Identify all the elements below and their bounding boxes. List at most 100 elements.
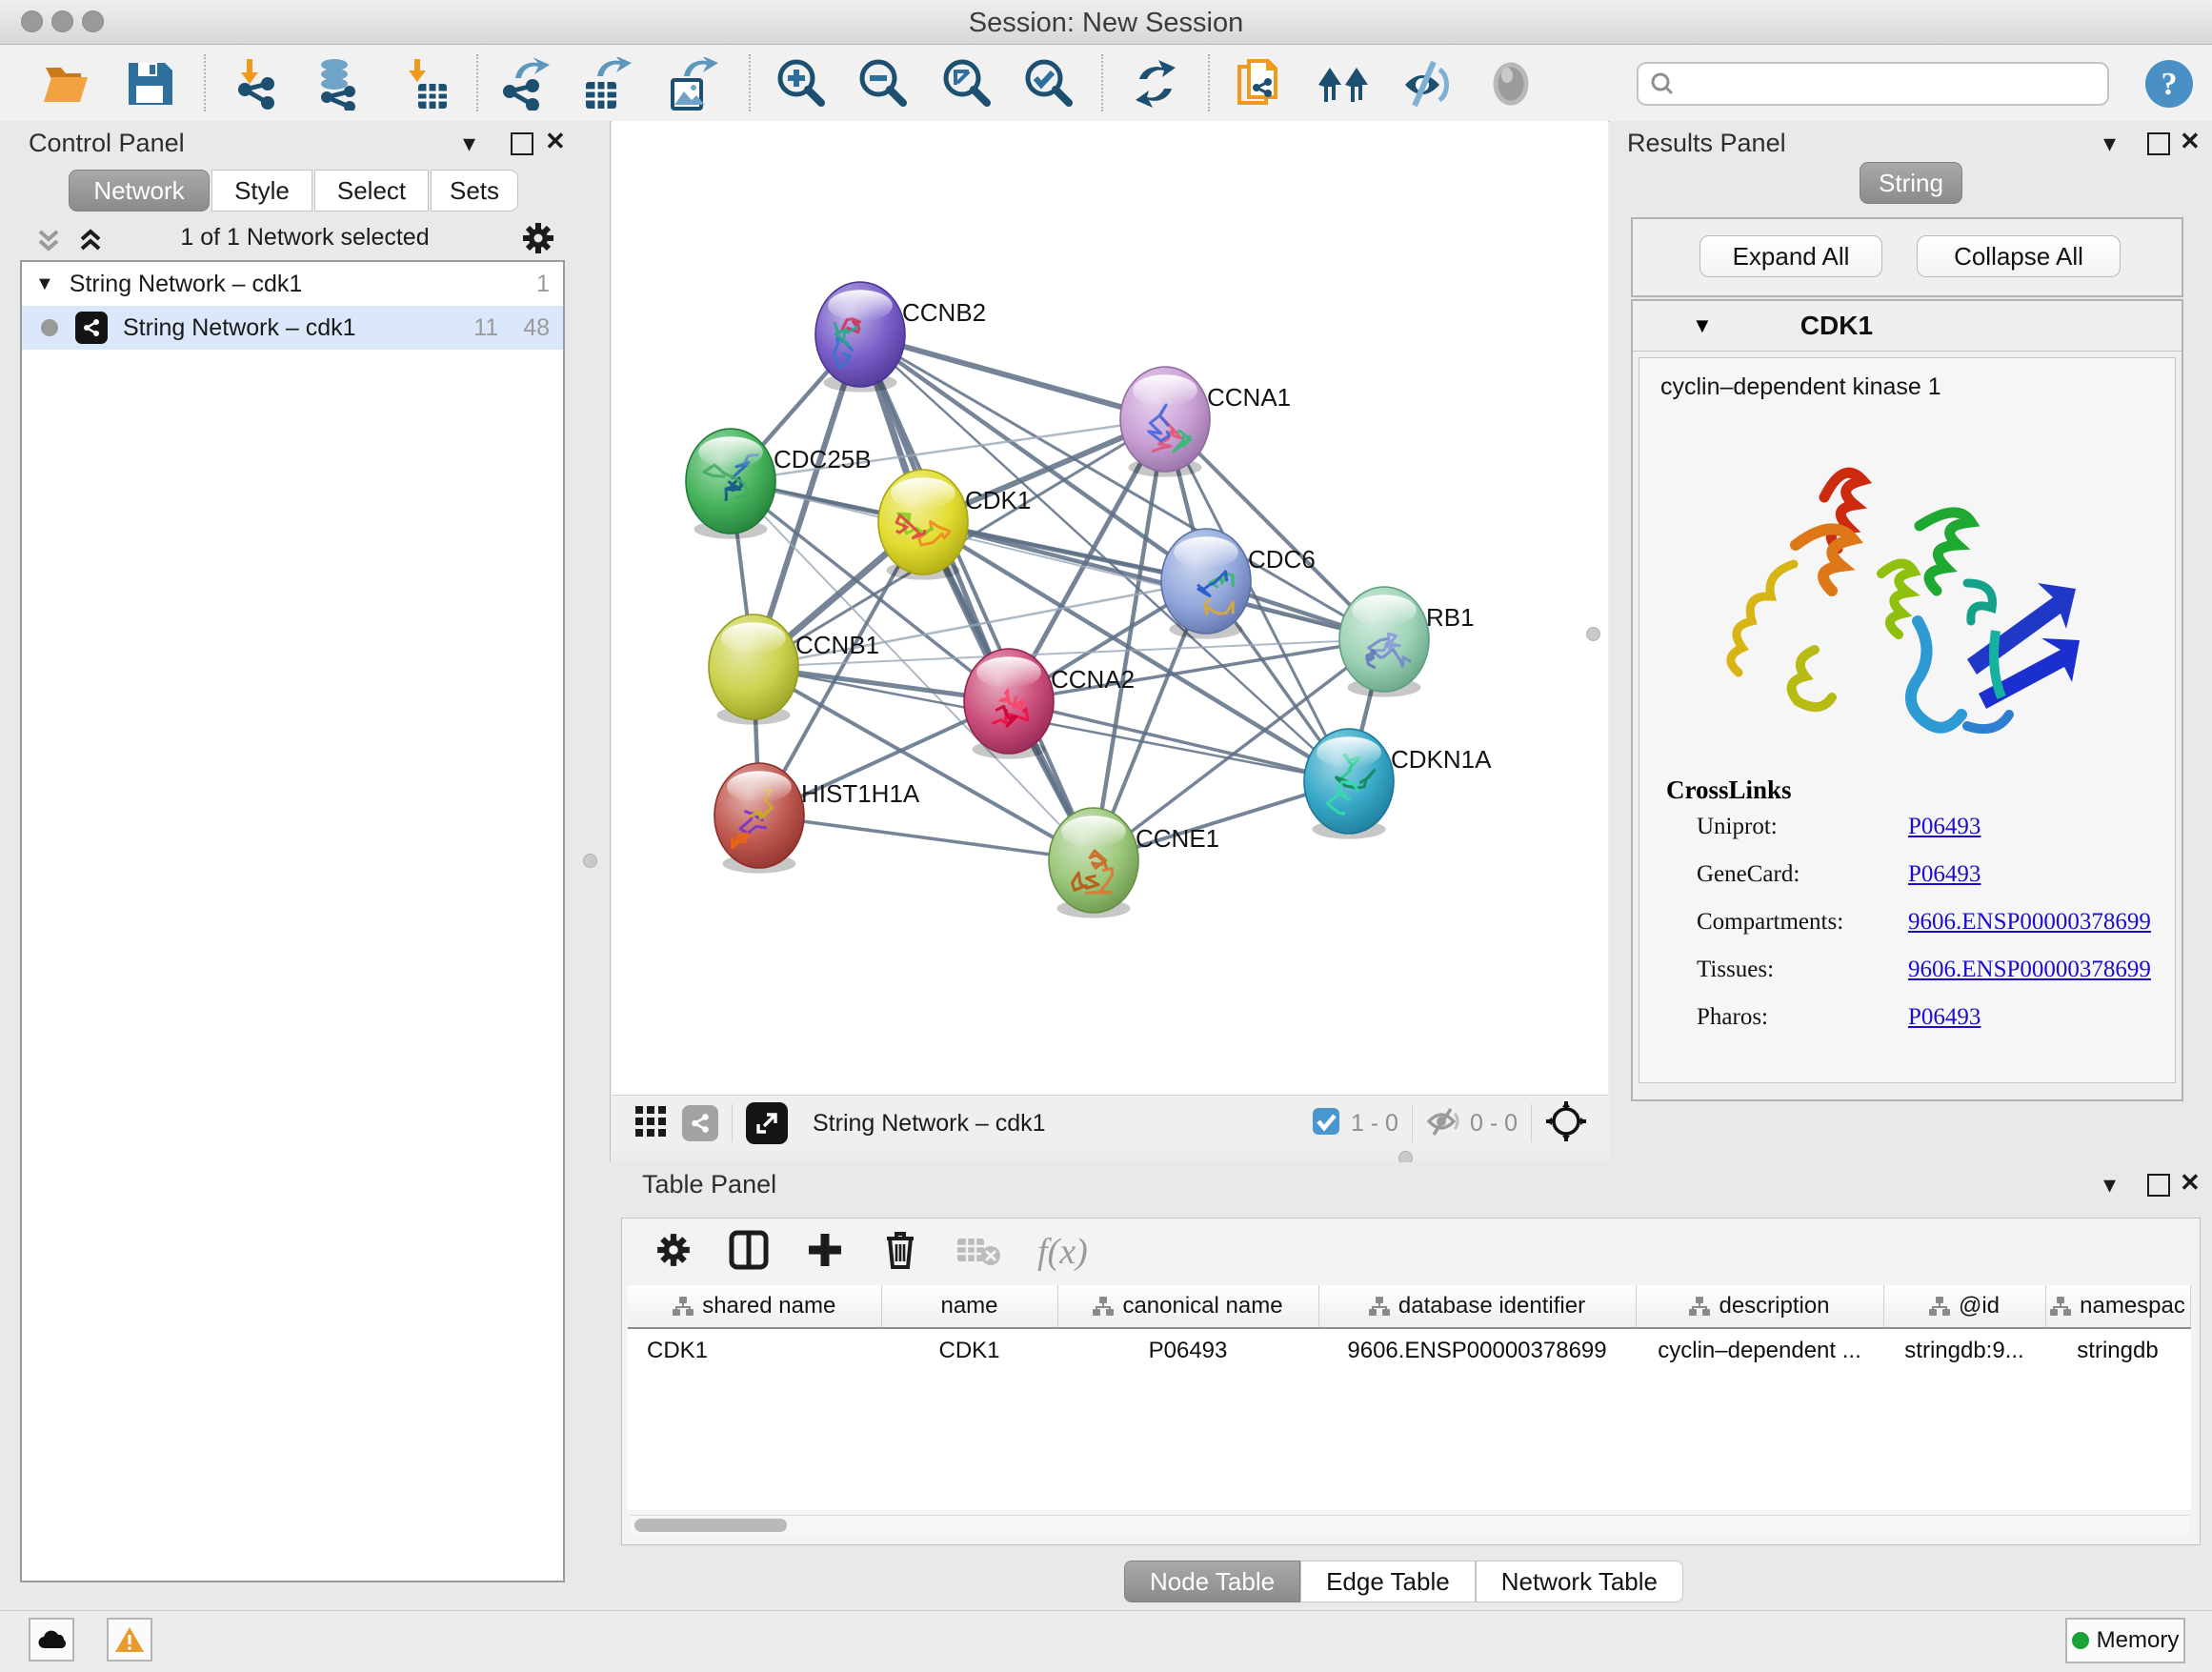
navigator-crosshair-icon[interactable] [1545, 1100, 1587, 1147]
zoom-out-icon[interactable] [855, 56, 910, 111]
collection-expand-icon[interactable]: ▼ [35, 273, 54, 295]
network-collection-row[interactable]: ▼ String Network – cdk1 1 [22, 262, 563, 306]
import-network-from-file-icon[interactable] [231, 56, 286, 111]
table-cell[interactable]: stringdb:9... [1883, 1328, 2045, 1373]
node-CCNB2[interactable] [815, 282, 905, 393]
open-session-icon[interactable] [38, 56, 93, 111]
network-label: String Network – cdk1 [123, 314, 356, 342]
memory-status-dot [2072, 1632, 2089, 1649]
table-panel-float-icon[interactable] [2147, 1174, 2170, 1197]
collapse-all-button[interactable]: Collapse All [1917, 235, 2121, 277]
tab-network-table[interactable]: Network Table [1476, 1561, 1683, 1602]
crosslink-value-link[interactable]: P06493 [1908, 1004, 1981, 1031]
clone-network-icon[interactable] [1231, 56, 1286, 111]
network-canvas[interactable]: CCNB2CCNA1CDC25BCDK1CDC6RB1CCNB1CCNA2CDK… [612, 121, 1608, 1095]
table-options-gear-icon[interactable] [654, 1231, 693, 1274]
protein-collapse-icon[interactable]: ▼ [1692, 313, 1713, 338]
zoom-fit-icon[interactable] [938, 56, 994, 111]
open-in-window-icon[interactable] [746, 1102, 788, 1144]
show-graphics-details-icon[interactable] [1483, 56, 1538, 111]
node-label-CDC25B: CDC25B [774, 445, 872, 473]
control-panel-close-icon[interactable]: ✕ [545, 127, 566, 156]
column-header-name[interactable]: name [881, 1285, 1057, 1328]
string-style-icon[interactable] [682, 1105, 718, 1141]
node-HIST1H1A[interactable] [714, 763, 804, 874]
control-panel-float-icon[interactable] [511, 132, 533, 155]
left-splitter-handle[interactable] [583, 854, 597, 868]
zoom-in-icon[interactable] [773, 56, 828, 111]
node-CDC25B[interactable] [686, 429, 775, 539]
refresh-view-icon[interactable] [1128, 56, 1183, 111]
selected-checkbox-icon[interactable] [1311, 1106, 1341, 1141]
column-header-@id[interactable]: @id [1883, 1285, 2045, 1328]
zoom-selected-icon[interactable] [1020, 56, 1076, 111]
control-panel-menu-icon[interactable]: ▾ [463, 129, 475, 158]
export-table-icon[interactable] [579, 56, 634, 111]
collapse-all-trees-icon[interactable] [34, 226, 63, 259]
save-session-icon[interactable] [122, 56, 177, 111]
results-panel-close-icon[interactable]: ✕ [2180, 127, 2201, 156]
tab-style[interactable]: Style [211, 170, 312, 212]
collection-count: 1 [536, 271, 550, 298]
results-panel-menu-icon[interactable]: ▾ [2103, 129, 2116, 158]
network-panel-options-gear-icon[interactable] [520, 220, 556, 261]
warning-status-icon[interactable] [107, 1618, 152, 1662]
table-cell[interactable]: cyclin–dependent ... [1636, 1328, 1883, 1373]
crosslink-value-link[interactable]: 9606.ENSP00000378699 [1908, 909, 2151, 936]
right-splitter-handle[interactable] [1586, 627, 1600, 641]
table-horizontal-scrollbar[interactable] [631, 1515, 2189, 1535]
column-header-description[interactable]: description [1636, 1285, 1883, 1328]
table-cell[interactable]: CDK1 [628, 1328, 881, 1373]
network-row[interactable]: String Network – cdk1 11 48 [22, 306, 563, 350]
export-network-icon[interactable] [497, 56, 553, 111]
results-panel-float-icon[interactable] [2147, 132, 2170, 155]
delete-column-icon[interactable] [881, 1229, 919, 1276]
node-RB1[interactable] [1339, 587, 1429, 697]
crosslink-value-link[interactable]: P06493 [1908, 861, 1981, 888]
edge-HIST1H1A-CCNE1[interactable] [759, 816, 1094, 860]
show-columns-icon[interactable] [729, 1230, 769, 1275]
node-table[interactable]: shared namenamecanonical namedatabase id… [628, 1285, 2191, 1510]
birdseye-grid-icon[interactable] [634, 1105, 667, 1142]
footer-separator [732, 1104, 733, 1142]
column-header-canonical-name[interactable]: canonical name [1057, 1285, 1318, 1328]
hidden-eye-icon[interactable] [1426, 1106, 1462, 1141]
hide-graphics-details-icon[interactable] [1400, 56, 1456, 111]
cloud-status-icon[interactable] [29, 1618, 74, 1662]
export-image-icon[interactable] [664, 56, 719, 111]
string-network-graph[interactable]: CCNB2CCNA1CDC25BCDK1CDC6RB1CCNB1CCNA2CDK… [612, 121, 1608, 1095]
table-panel-close-icon[interactable]: ✕ [2180, 1168, 2201, 1198]
tab-network[interactable]: Network [69, 170, 210, 212]
table-row[interactable]: CDK1CDK1P064939606.ENSP00000378699cyclin… [628, 1328, 2190, 1373]
edge-CCNA2-CDKN1A[interactable] [1009, 701, 1349, 781]
crosslink-value-link[interactable]: P06493 [1908, 814, 1981, 840]
help-icon[interactable]: ? [2142, 56, 2197, 111]
node-CCNE1[interactable] [1049, 808, 1138, 918]
table-cell[interactable]: stringdb [2045, 1328, 2190, 1373]
tab-edge-table[interactable]: Edge Table [1300, 1561, 1476, 1602]
table-cell[interactable]: CDK1 [881, 1328, 1057, 1373]
add-column-icon[interactable] [805, 1230, 845, 1275]
import-table-from-file-icon[interactable] [398, 56, 453, 111]
node-CCNB1[interactable] [709, 614, 798, 725]
import-network-from-database-icon[interactable] [311, 56, 366, 111]
table-panel-menu-icon[interactable]: ▾ [2103, 1170, 2116, 1199]
column-header-shared-name[interactable]: shared name [628, 1285, 881, 1328]
cybrowser-home-icon[interactable] [1317, 56, 1372, 111]
tab-string-results[interactable]: String [1860, 162, 1962, 204]
node-CDKN1A[interactable] [1304, 729, 1394, 839]
column-header-namespac[interactable]: namespac [2045, 1285, 2190, 1328]
memory-button[interactable]: Memory [2065, 1618, 2185, 1663]
crosslink-value-link[interactable]: 9606.ENSP00000378699 [1908, 957, 2151, 983]
scrollbar-thumb[interactable] [634, 1519, 787, 1532]
table-cell[interactable]: 9606.ENSP00000378699 [1318, 1328, 1636, 1373]
tab-node-table[interactable]: Node Table [1124, 1561, 1300, 1602]
tab-select[interactable]: Select [314, 170, 429, 212]
search-input[interactable] [1637, 62, 2109, 106]
expand-all-trees-icon[interactable] [76, 226, 105, 259]
tab-sets[interactable]: Sets [431, 170, 518, 212]
column-header-database-identifier[interactable]: database identifier [1318, 1285, 1636, 1328]
node-CCNA1[interactable] [1120, 367, 1210, 477]
table-cell[interactable]: P06493 [1057, 1328, 1318, 1373]
expand-all-button[interactable]: Expand All [1699, 235, 1882, 277]
